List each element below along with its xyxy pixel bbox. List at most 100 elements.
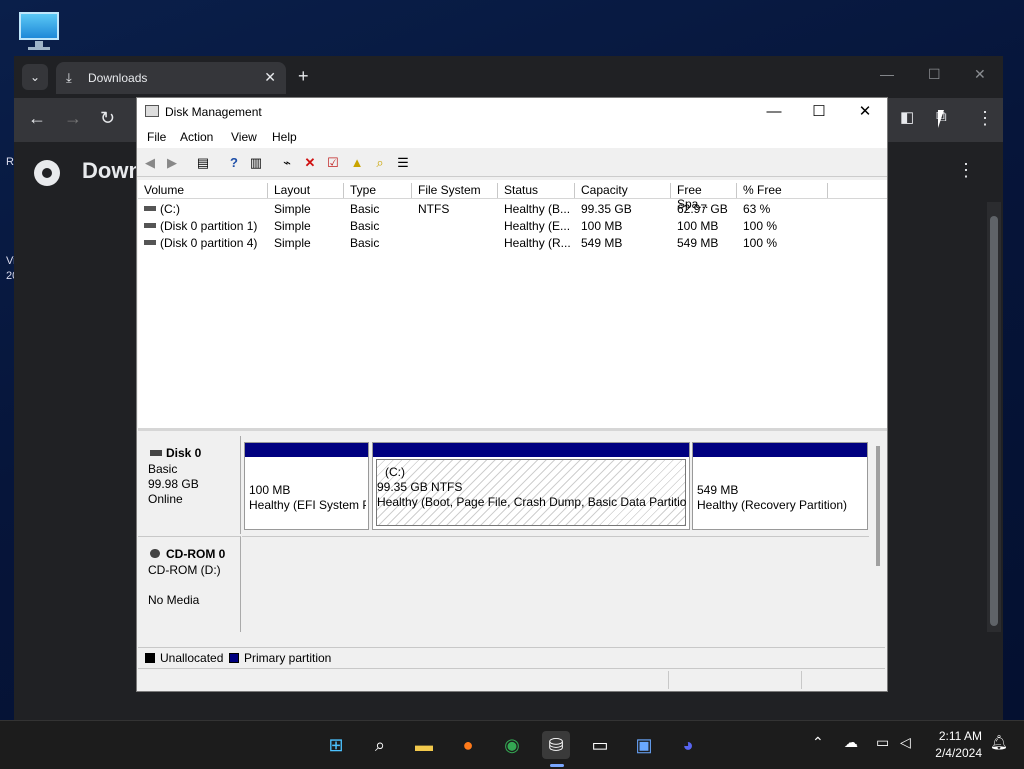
tab-strip: ⌄ ⤓ Downloads ✕ + — ☐ ✕ — [14, 56, 1003, 98]
firefox-icon[interactable]: ● — [454, 731, 482, 759]
minimize-icon[interactable]: — — [880, 66, 894, 82]
cell-pct: 63 % — [743, 202, 771, 216]
table-row[interactable]: (C:) Simple Basic NTFS Healthy (B... 99.… — [138, 200, 887, 217]
partition-size: 549 MB — [697, 483, 739, 497]
tab-title: Downloads — [88, 71, 148, 85]
col-status[interactable]: Status — [498, 183, 575, 198]
this-pc-desktop-icon[interactable] — [17, 10, 61, 50]
col-capacity[interactable]: Capacity — [575, 183, 671, 198]
menu-action[interactable]: Action — [180, 130, 213, 144]
partition-efi[interactable]: 100 MB Healthy (EFI System P — [244, 442, 369, 530]
col-volume[interactable]: Volume — [138, 183, 268, 198]
maximize-button[interactable]: ☐ — [804, 101, 834, 123]
volume-icon — [144, 240, 156, 245]
legend-primary: Primary partition — [244, 651, 332, 665]
col-percent-free[interactable]: % Free — [737, 183, 828, 198]
partition-c-drive[interactable]: (C:) 99.35 GB NTFS Healthy (Boot, Page F… — [372, 442, 690, 530]
cell-status: Healthy (E... — [504, 219, 571, 233]
cell-layout: Simple — [274, 236, 311, 250]
toolbar: ◀ ▶ ▤ ? ▥ ⌁ ✕ ☑ ▲ ⌕ ☰ — [137, 150, 887, 177]
disk-0-partitions: 100 MB Healthy (EFI System P (C:) 99.35 … — [244, 442, 869, 534]
window-title: Disk Management — [165, 105, 262, 119]
new-tab-icon[interactable]: + — [298, 66, 309, 87]
delete-icon[interactable]: ✕ — [301, 154, 319, 172]
notification-bell-icon[interactable]: 🔔︎ — [990, 734, 1008, 751]
partition-recovery[interactable]: 549 MB Healthy (Recovery Partition) — [692, 442, 868, 530]
table-row[interactable]: (Disk 0 partition 1) Simple Basic Health… — [138, 217, 887, 234]
maximize-icon[interactable]: ☐ — [928, 66, 941, 83]
cdrom-0-label[interactable]: CD-ROM 0 CD-ROM (D:) No Media — [138, 536, 241, 632]
disk-view-scrollbar[interactable] — [876, 446, 880, 566]
disk-management-window: Disk Management — ☐ ✕ File Action View H… — [136, 97, 888, 692]
cell-type: Basic — [350, 219, 380, 233]
cell-pct: 100 % — [743, 236, 778, 250]
disk-name: Disk 0 — [166, 446, 202, 460]
back-arrow-icon[interactable]: ◀ — [141, 154, 159, 172]
page-scrollbar[interactable] — [987, 202, 1001, 632]
menu-help[interactable]: Help — [272, 130, 297, 144]
cell-volume: (Disk 0 partition 1) — [160, 219, 258, 233]
search-folder-icon[interactable]: ⌕ — [371, 154, 389, 172]
hard-disk-icon — [150, 450, 162, 456]
minimize-button[interactable]: — — [759, 101, 789, 123]
cdrom-0-area — [242, 536, 869, 633]
menu-kebab-icon[interactable]: ⋮ — [976, 108, 994, 129]
onedrive-offline-icon[interactable]: ☁ — [844, 734, 858, 751]
volume-muted-icon[interactable]: ◁ — [900, 734, 911, 751]
legend-unallocated: Unallocated — [160, 651, 224, 665]
remote-desktop-icon[interactable]: ▣ — [630, 731, 658, 759]
help-icon[interactable]: ? — [225, 154, 243, 172]
disk-management-taskbar-icon[interactable]: ⛁ — [542, 731, 570, 759]
col-type[interactable]: Type — [344, 183, 412, 198]
cell-capacity: 99.35 GB — [581, 202, 632, 216]
page-menu-icon[interactable]: ⋮ — [957, 160, 975, 181]
tab-downloads[interactable]: ⤓ Downloads ✕ — [56, 62, 286, 94]
search-icon[interactable]: ⌕ — [366, 731, 394, 759]
col-free-space[interactable]: Free Spa... — [671, 183, 737, 211]
chrome-icon[interactable]: ◉ — [498, 731, 526, 759]
show-hide-console-tree-icon[interactable]: ▤ — [194, 154, 212, 172]
forward-icon[interactable]: → — [64, 108, 82, 129]
col-layout[interactable]: Layout — [268, 183, 344, 198]
start-windows-icon[interactable]: ⊞ — [322, 731, 350, 759]
desktop-side-text: R — [6, 156, 14, 168]
menu-view[interactable]: View — [231, 130, 257, 144]
table-row[interactable]: (Disk 0 partition 4) Simple Basic Health… — [138, 234, 887, 251]
unallocated-swatch — [145, 653, 155, 663]
show-action-pane-icon[interactable]: ▥ — [247, 154, 265, 172]
back-icon[interactable]: ← — [28, 108, 46, 129]
connect-drive-icon[interactable]: ⌁ — [278, 154, 296, 172]
tab-search-chevron-icon[interactable]: ⌄ — [22, 64, 48, 90]
reload-icon[interactable]: ↻ — [100, 108, 115, 129]
cell-free: 100 MB — [677, 219, 719, 233]
disk-0-label[interactable]: Disk 0 Basic 99.98 GB Online — [138, 436, 241, 534]
cell-type: Basic — [350, 202, 380, 216]
dm-titlebar[interactable]: Disk Management — ☐ ✕ — [137, 98, 887, 126]
cell-free: 549 MB — [677, 236, 719, 250]
clock[interactable]: 2:11 AM 2/4/2024 — [926, 729, 982, 760]
terminal-icon[interactable]: ▭ — [586, 731, 614, 759]
chevron-up-icon[interactable]: ⌃ — [812, 734, 824, 751]
clock-date: 2/4/2024 — [935, 746, 982, 760]
cell-status: Healthy (B... — [504, 202, 571, 216]
close-tab-icon[interactable]: ✕ — [264, 69, 276, 86]
menu-file[interactable]: File — [147, 130, 166, 144]
partition-status: Healthy (Recovery Partition) — [697, 498, 848, 512]
active-indicator — [550, 764, 564, 767]
disk-management-app-icon — [145, 105, 159, 117]
side-panel-icon[interactable]: ◧ — [900, 108, 914, 126]
discord-icon[interactable]: ◕ — [674, 731, 702, 759]
column-headers: Volume Layout Type File System Status Ca… — [138, 180, 887, 211]
menu-bar: File Action View Help — [137, 126, 887, 148]
cell-fs: NTFS — [418, 202, 450, 216]
close-window-icon[interactable]: ✕ — [974, 66, 986, 83]
close-button[interactable]: ✕ — [850, 101, 880, 123]
properties-icon[interactable]: ☰ — [394, 154, 412, 172]
forward-arrow-icon[interactable]: ▶ — [163, 154, 181, 172]
check-icon[interactable]: ☑ — [324, 154, 342, 172]
primary-swatch — [229, 653, 239, 663]
col-file-system[interactable]: File System — [412, 183, 498, 198]
folder-up-icon[interactable]: ▲ — [348, 154, 366, 172]
network-icon[interactable]: ▭ — [876, 734, 889, 751]
file-explorer-icon[interactable]: ▬ — [410, 731, 438, 759]
